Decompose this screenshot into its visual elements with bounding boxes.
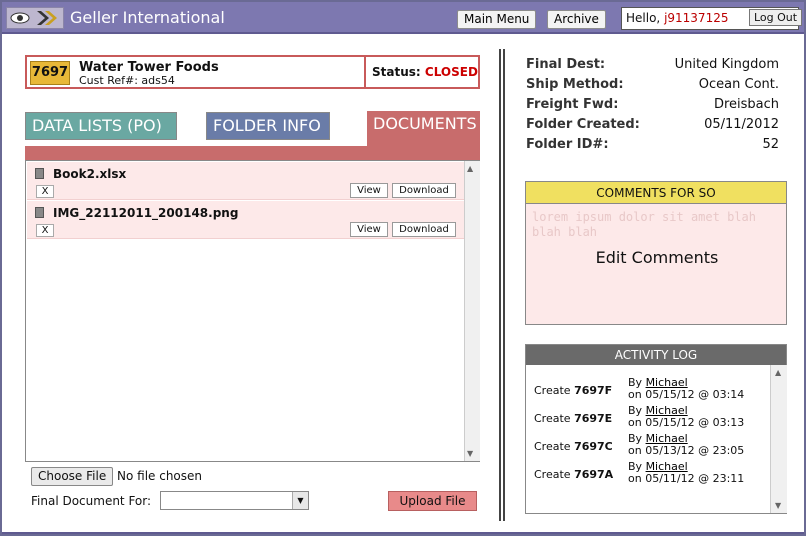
list-item: IMG_22112011_200148.png X View Download (27, 201, 464, 239)
customer-ref: Cust Ref#: ads54 (79, 74, 175, 87)
detail-row: Final Dest: United Kingdom (526, 57, 779, 77)
detail-label: Folder Created: (526, 117, 640, 132)
list-item: Create 7697E By Michael on 05/15/12 @ 03:… (534, 405, 764, 433)
client-name: Water Tower Foods (79, 60, 219, 75)
activity-action: Create 7697A (534, 468, 614, 481)
document-scrollbar[interactable]: ▲ ▼ (464, 161, 480, 461)
folder-summary: 7697 Water Tower Foods Cust Ref#: ads54 … (25, 55, 480, 89)
detail-label: Final Dest: (526, 57, 606, 72)
app-window: Geller International Main Menu Archive H… (0, 0, 806, 536)
activity-action: Create 7697C (534, 440, 613, 453)
view-button[interactable]: View (350, 183, 388, 198)
tab-documents[interactable]: DOCUMENTS (367, 111, 480, 147)
main-menu-button[interactable]: Main Menu (457, 10, 537, 29)
scroll-up-icon[interactable]: ▲ (775, 368, 781, 377)
detail-label: Ship Method: (526, 77, 624, 92)
file-icon (35, 207, 44, 218)
activity-scrollbar[interactable]: ▲ ▼ (770, 365, 787, 513)
logout-button[interactable]: Log Out (749, 9, 803, 26)
scroll-down-icon[interactable]: ▼ (467, 449, 473, 458)
activity-action: Create 7697E (534, 412, 613, 425)
detail-value: 05/11/2012 (704, 117, 779, 132)
top-bar: Geller International Main Menu Archive H… (2, 2, 804, 34)
final-document-select[interactable]: ▼ (160, 491, 309, 510)
detail-row: Folder ID#: 52 (526, 137, 779, 157)
download-button[interactable]: Download (392, 183, 456, 198)
list-item: Create 7697F By Michael on 05/15/12 @ 03:… (534, 377, 764, 405)
hello-label: Hello, (626, 11, 661, 25)
remove-button[interactable]: X (36, 224, 54, 237)
app-title: Geller International (70, 8, 225, 27)
activity-by: By Michael on 05/15/12 @ 03:13 (628, 404, 745, 429)
document-list: Book2.xlsx X View Download IMG_22112011_… (25, 160, 480, 462)
comments-placeholder: lorem ipsum dolor sit amet blah blah bla… (532, 210, 756, 239)
chevron-down-icon[interactable]: ▼ (292, 492, 308, 509)
choose-file-button[interactable]: Choose File (31, 467, 114, 486)
folder-number: 7697 (30, 61, 70, 85)
comments-title: COMMENTS FOR SO (526, 182, 786, 204)
detail-row: Ship Method: Ocean Cont. (526, 77, 779, 97)
no-file-text: No file chosen (117, 469, 203, 483)
detail-value: Ocean Cont. (698, 77, 779, 92)
archive-button[interactable]: Archive (547, 10, 606, 29)
scroll-up-icon[interactable]: ▲ (467, 164, 473, 173)
eye-logo-icon (6, 7, 64, 29)
detail-row: Folder Created: 05/11/2012 (526, 117, 779, 137)
activity-by: By Michael on 05/13/12 @ 23:05 (628, 432, 745, 457)
list-item: Book2.xlsx X View Download (27, 162, 464, 200)
column-divider (499, 49, 505, 521)
upload-file-button[interactable]: Upload File (388, 491, 477, 511)
final-document-label: Final Document For: (31, 494, 152, 508)
tab-data-lists[interactable]: DATA LISTS (PO) (25, 112, 177, 140)
detail-value: Dreisbach (713, 97, 779, 112)
folder-details: Final Dest: United Kingdom Ship Method: … (526, 57, 779, 157)
activity-log-title: ACTIVITY LOG (526, 345, 786, 365)
activity-log: ACTIVITY LOG Create 7697F By Michael on 0… (525, 344, 787, 514)
document-name: Book2.xlsx (53, 167, 127, 181)
download-button[interactable]: Download (392, 222, 456, 237)
detail-label: Folder ID#: (526, 137, 609, 152)
status-label: Status: (372, 65, 421, 79)
view-button[interactable]: View (350, 222, 388, 237)
detail-row: Freight Fwd: Dreisbach (526, 97, 779, 117)
bottom-border (2, 532, 804, 534)
detail-label: Freight Fwd: (526, 97, 619, 112)
remove-button[interactable]: X (36, 185, 54, 198)
comments-panel: COMMENTS FOR SO lorem ipsum dolor sit am… (525, 181, 787, 325)
username: j91137125 (664, 11, 729, 25)
detail-value: United Kingdom (674, 57, 779, 72)
file-icon (35, 168, 44, 179)
activity-action: Create 7697F (534, 384, 613, 397)
status-value: CLOSED (424, 65, 478, 79)
list-item: Create 7697A By Michael on 05/11/12 @ 23:… (534, 461, 764, 489)
list-item: Create 7697C By Michael on 05/13/12 @ 23:… (534, 433, 764, 461)
scroll-down-icon[interactable]: ▼ (775, 501, 781, 510)
tab-folder-info[interactable]: FOLDER INFO (206, 112, 330, 140)
edit-comments-link[interactable]: Edit Comments (526, 248, 788, 267)
activity-by: By Michael on 05/15/12 @ 03:14 (628, 376, 745, 401)
document-name: IMG_22112011_200148.png (53, 206, 239, 220)
tab-band (25, 146, 480, 160)
detail-value: 52 (762, 137, 779, 152)
status-badge: Status: CLOSED (364, 57, 478, 87)
activity-by: By Michael on 05/11/12 @ 23:11 (628, 460, 745, 485)
